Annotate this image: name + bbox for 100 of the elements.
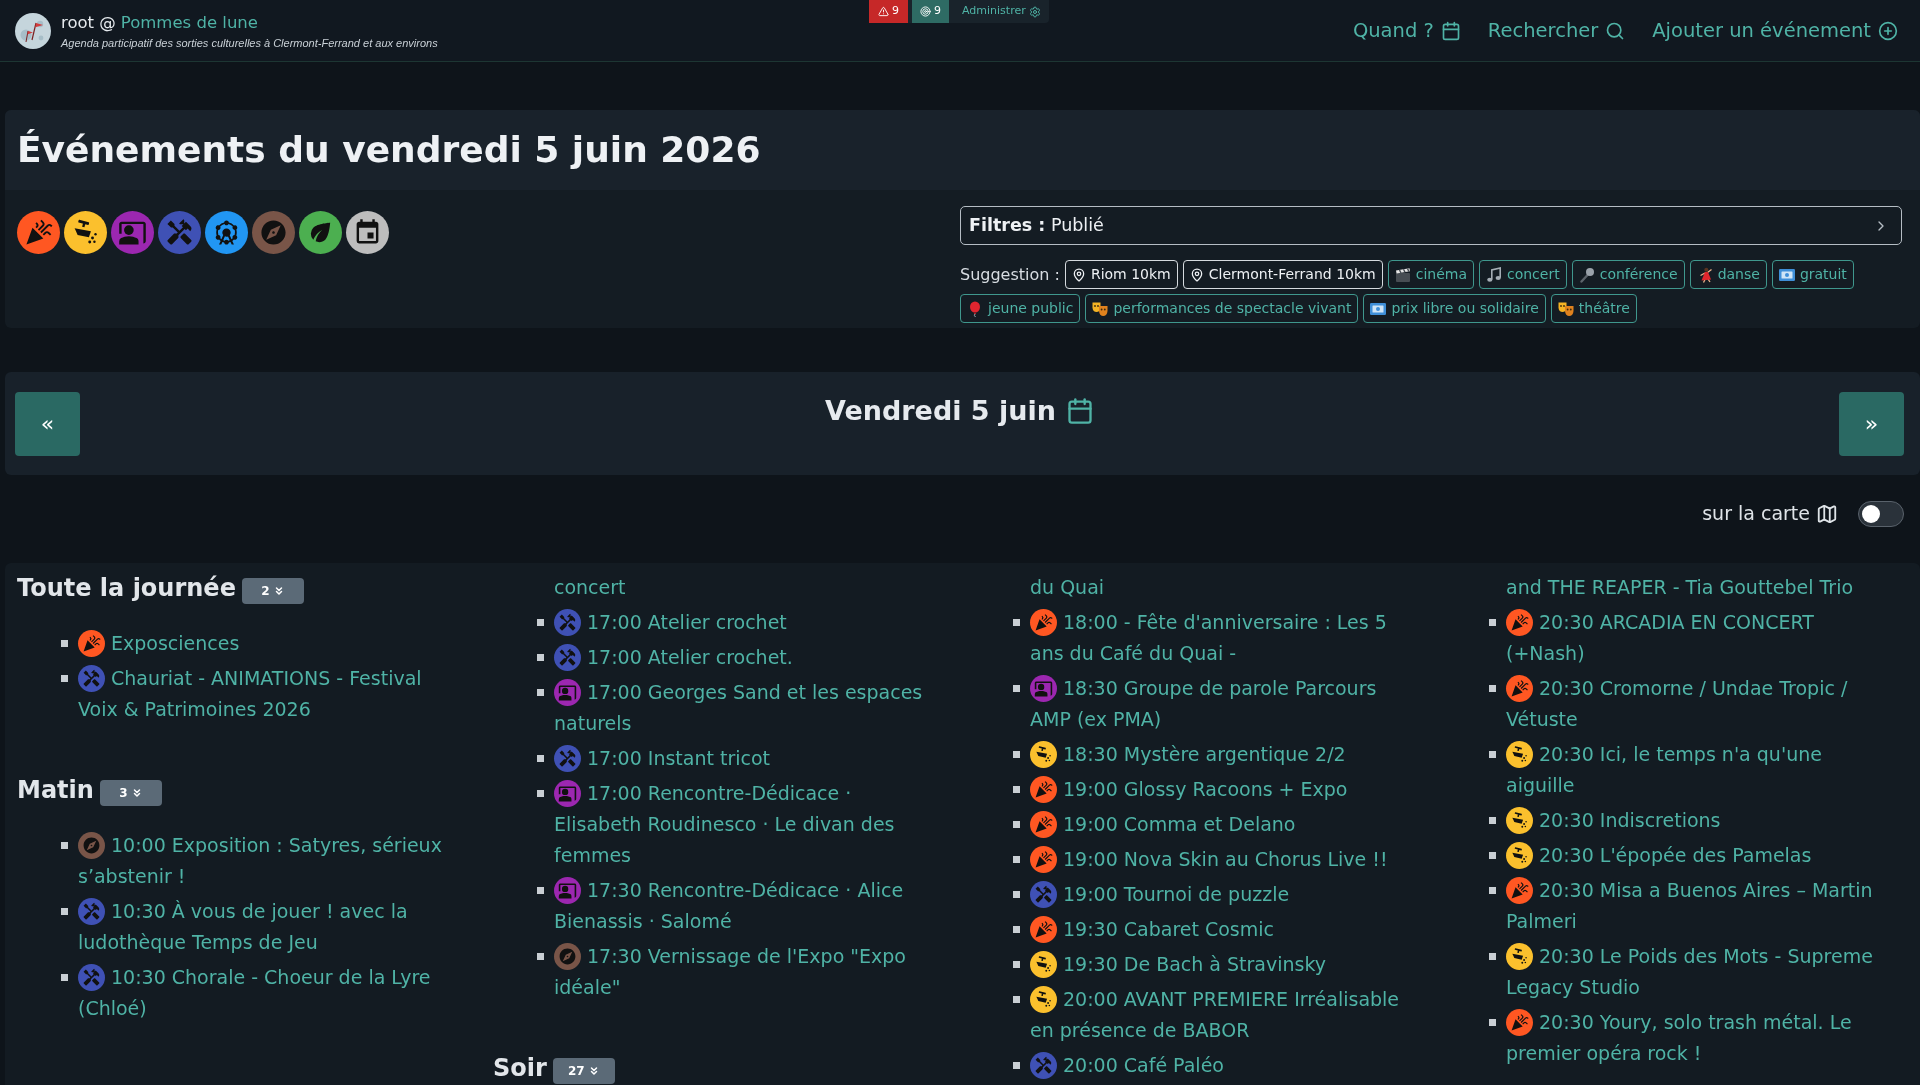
event-link[interactable]: 20:30 Misa a Buenos Aires – Martin Palmeri <box>1506 875 1888 937</box>
bullet-icon <box>1489 817 1496 824</box>
bullet-icon <box>1013 996 1020 1003</box>
bullet-icon <box>1013 961 1020 968</box>
bullet-icon <box>1013 685 1020 692</box>
suggestion-tag[interactable]: concert <box>1479 260 1567 289</box>
admin-link[interactable]: Administrer <box>962 3 1041 20</box>
logo-icon[interactable] <box>15 12 51 49</box>
bullet-icon <box>1489 852 1496 859</box>
event-link[interactable]: 17:00 Rencontre-Dédicace · Elisabeth Roudinesco · Le divan des femmes <box>554 778 936 871</box>
nav-link[interactable]: Quand ? <box>1352 16 1461 45</box>
event-link[interactable]: 10:30 Chorale - Choeur de la Lyre (Chloé) <box>78 962 460 1024</box>
event-link[interactable]: 10:00 Exposition : Satyres, sérieux s’abstenir ! <box>78 830 460 892</box>
bullet-icon <box>1489 619 1496 626</box>
bullet-icon <box>1489 685 1496 692</box>
user-label: root @ <box>61 11 116 33</box>
pending-button[interactable]: 9 <box>912 0 949 23</box>
suggestion-tag[interactable]: Riom 10km <box>1064 260 1178 289</box>
event-link[interactable]: 19:00 Nova Skin au Chorus Live !! <box>1030 844 1388 875</box>
event-link[interactable]: Chauriat - ANIMATIONS - Festival Voix & Patrimoines 2026 <box>78 663 460 725</box>
event-link[interactable]: 10:30 À vous de jouer ! avec la ludothèque Temps de Jeu <box>78 896 460 958</box>
event-link[interactable]: 17:00 Instant tricot <box>554 743 771 774</box>
event-link[interactable]: 17:00 Atelier crochet <box>554 607 787 638</box>
filters-button[interactable]: Filtres : Publié <box>960 206 1902 245</box>
event-link[interactable]: 18:00 - Fête d'anniversaire : Les 5 ans du Café du Quai - <box>1030 607 1412 669</box>
toggle-switch[interactable] <box>1858 500 1904 527</box>
bullet-icon <box>1013 619 1020 626</box>
party-popper-icon[interactable] <box>17 211 60 254</box>
suggestion-tag[interactable]: Clermont-Ferrand 10km <box>1182 260 1383 289</box>
bullet-icon <box>1013 856 1020 863</box>
event-link[interactable]: 20:00 AVANT PREMIERE Irréalisable en présence de BABOR <box>1030 984 1412 1046</box>
theater-masks-icon <box>1092 300 1109 317</box>
ferris-wheel-icon[interactable] <box>205 211 248 254</box>
next-day-button[interactable]: » <box>1839 391 1904 456</box>
map-toggle-label: sur la carte <box>1702 501 1810 526</box>
previous-day-button[interactable]: « <box>15 391 80 456</box>
site-tagline: Agenda participatif des sorties culturelles à Clermont-Ferrand et aux environs <box>61 36 438 50</box>
bullet-icon <box>1013 751 1020 758</box>
event-link[interactable]: 20:30 Indiscretions <box>1506 805 1721 836</box>
banknote-icon <box>1370 302 1387 315</box>
bullet-icon <box>537 689 544 696</box>
suggestion-tag[interactable]: cinéma <box>1387 260 1474 289</box>
event-link[interactable]: 19:00 Tournoi de puzzle <box>1030 879 1290 910</box>
event-link[interactable]: 20:30 ARCADIA EN CONCERT (+Nash) <box>1506 607 1888 669</box>
settings-icon <box>1028 5 1041 18</box>
suggestion-label: Suggestion : <box>960 264 1060 286</box>
event-link[interactable]: Exposciences <box>78 628 240 659</box>
calendar-icon[interactable] <box>346 211 389 254</box>
suggestion-tag[interactable]: conférence <box>1571 260 1685 289</box>
map-icon <box>1816 502 1838 525</box>
event-link[interactable]: 17:30 Vernissage de l'Expo "Expo idéale" <box>554 941 936 1003</box>
section-count-button[interactable]: 27 <box>552 1058 615 1084</box>
event-link[interactable]: 20:30 Ici, le temps n'a qu'une aiguille <box>1506 739 1888 801</box>
event-link[interactable]: 20:30 Le Poids des Mots - Supreme Legacy Studio <box>1506 941 1888 1003</box>
balloon-icon <box>967 300 983 317</box>
bullet-icon <box>537 790 544 797</box>
event-link[interactable]: 20:00 Café Paléo <box>1030 1050 1224 1081</box>
nav-link[interactable]: Ajouter un événement <box>1652 16 1898 45</box>
event-link[interactable]: 17:00 Georges Sand et les espaces naturels <box>554 677 936 739</box>
event-link[interactable]: 20:30 L'épopée des Pamelas <box>1506 840 1812 871</box>
event-link[interactable]: 19:00 Glossy Racoons + Expo <box>1030 774 1348 805</box>
event-link[interactable]: 19:30 De Bach à Stravinsky <box>1030 949 1327 980</box>
section-heading: Soir <box>493 1053 547 1084</box>
page-title: Événements du vendredi 5 juin 2026 <box>17 128 761 172</box>
event-link[interactable]: 20:30 Youry, solo trash métal. Le premier opéra rock ! <box>1506 1007 1888 1069</box>
alerts-button[interactable]: 9 <box>869 0 908 23</box>
date-heading: Vendredi 5 juin <box>825 394 1056 428</box>
event-link[interactable]: du Quai <box>1030 572 1105 603</box>
event-link[interactable]: 20:30 Cromorne / Undae Tropic / Vétuste <box>1506 673 1888 735</box>
warning-icon <box>878 6 889 17</box>
leaf-icon[interactable] <box>299 211 342 254</box>
event-link[interactable]: 17:00 Atelier crochet. <box>554 642 793 673</box>
event-link[interactable]: 19:30 Cabaret Cosmic <box>1030 914 1274 945</box>
suggestion-tag[interactable]: jeune public <box>960 294 1081 323</box>
event-link[interactable]: 18:30 Groupe de parole Parcours AMP (ex PMA) <box>1030 673 1412 735</box>
bullet-icon <box>61 974 68 981</box>
suggestion-tag[interactable]: danse <box>1689 260 1767 289</box>
event-link[interactable]: 18:30 Mystère argentique 2/2 <box>1030 739 1346 770</box>
event-link[interactable]: concert <box>554 572 626 603</box>
section-count-button[interactable]: 2 <box>241 578 304 604</box>
bullet-icon <box>61 842 68 849</box>
target-icon <box>920 6 931 17</box>
nav-link[interactable]: Rechercher <box>1487 16 1626 45</box>
site-name-link[interactable]: Pommes de lune <box>120 11 258 33</box>
bullet-icon <box>61 640 68 647</box>
suggestion-tag[interactable]: prix libre ou solidaire <box>1363 294 1546 323</box>
event-link[interactable]: 19:00 Comma et Delano <box>1030 809 1296 840</box>
event-link[interactable]: 17:30 Rencontre-Dédicace · Alice Bienassis · Salomé <box>554 875 936 937</box>
section-count-button[interactable]: 3 <box>99 780 162 806</box>
map-pin-icon <box>1071 267 1086 282</box>
compass-icon[interactable] <box>252 211 295 254</box>
suggestion-tag[interactable]: théâtre <box>1550 294 1637 323</box>
spotlight-icon[interactable] <box>64 211 107 254</box>
bullet-icon <box>1013 926 1020 933</box>
event-link[interactable]: and THE REAPER - Tia Gouttebel Trio <box>1506 572 1854 603</box>
tools-icon[interactable] <box>158 211 201 254</box>
calendar-icon[interactable] <box>1066 397 1094 425</box>
suggestion-tag[interactable]: gratuit <box>1771 260 1854 289</box>
suggestion-tag[interactable]: performances de spectacle vivant <box>1085 294 1359 323</box>
theater-masks-icon <box>1557 300 1574 317</box>
